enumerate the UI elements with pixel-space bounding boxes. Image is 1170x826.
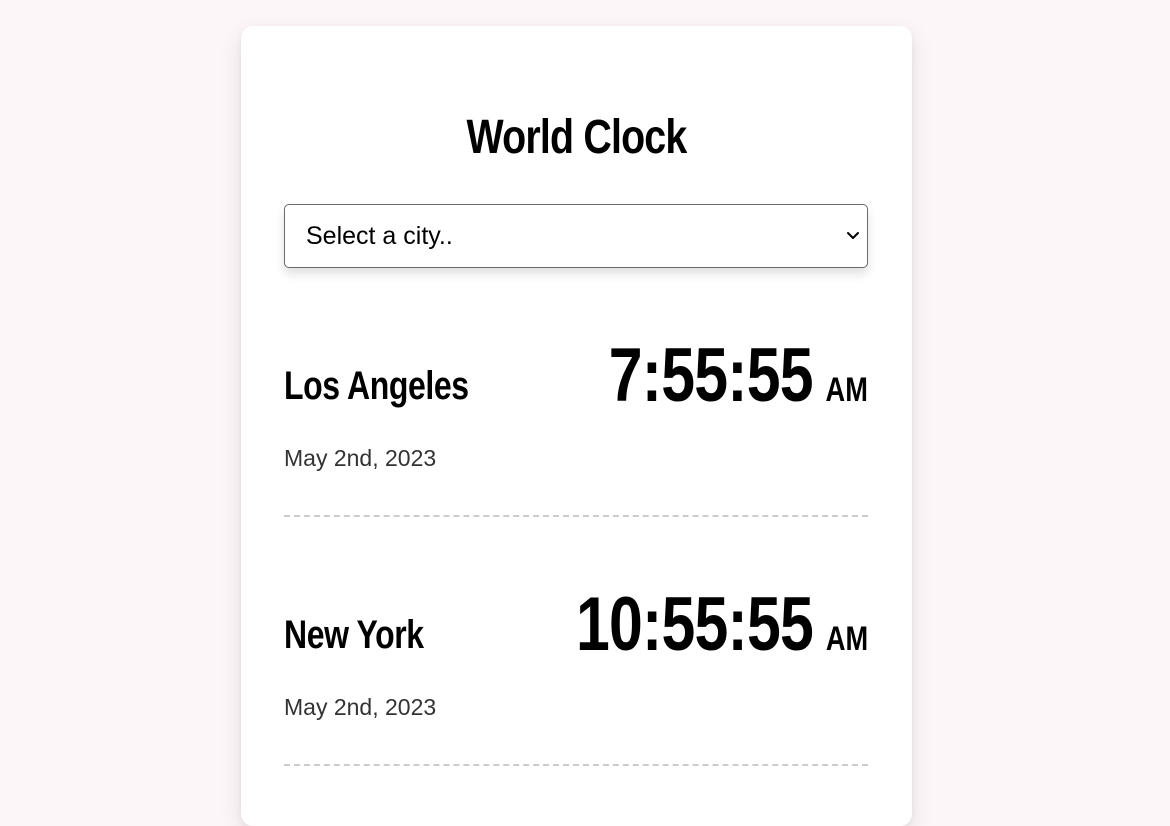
city-row-new-york: New York 10:55:55 AM May 2nd, 2023 [284,575,868,775]
city-select-value: Select a city.. [306,222,453,250]
page-title: World Clock [466,111,688,164]
city-time: 10:55:55 AM [576,587,868,663]
world-clock-card: World Clock Select a city.. Los Angeles … [241,26,912,826]
city-date: May 2nd, 2023 [284,445,437,471]
city-time: 7:55:55 AM [609,338,868,414]
city-name: New York [284,613,424,657]
city-select[interactable]: Select a city.. [284,204,868,268]
city-name: Los Angeles [284,364,469,408]
chevron-down-icon [847,232,859,239]
time-value: 7:55:55 [608,333,814,418]
time-ampm: AM [825,620,868,658]
divider [284,764,868,766]
time-ampm: AM [825,371,868,409]
divider [284,515,868,517]
city-row-los-angeles: Los Angeles 7:55:55 AM May 2nd, 2023 [284,326,868,526]
time-value: 10:55:55 [575,582,814,667]
city-date: May 2nd, 2023 [284,694,437,720]
